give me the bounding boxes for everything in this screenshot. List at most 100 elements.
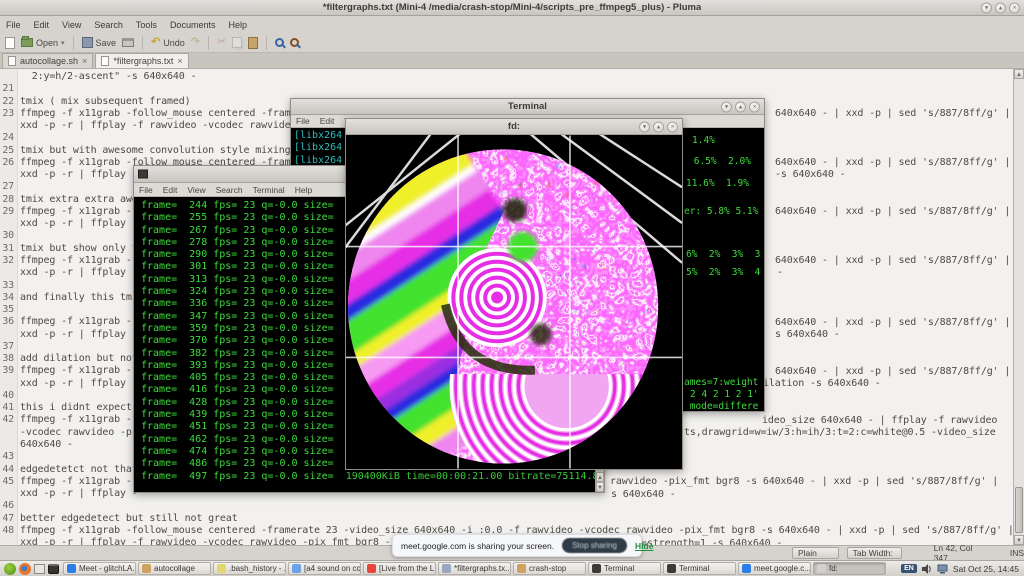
menu-icon[interactable] [4, 563, 16, 575]
minimize-button[interactable]: ▾ [639, 121, 650, 132]
network-icon[interactable] [937, 564, 948, 574]
menu-item-search[interactable]: Search [94, 20, 123, 30]
tab-autocollage-sh[interactable]: autocollage.sh× [2, 53, 93, 68]
open-dropdown-caret[interactable]: ▾ [61, 39, 65, 47]
scroll-up-arrow[interactable]: ▲ [596, 472, 604, 482]
toolbar-separator [73, 36, 74, 50]
close-button[interactable]: × [749, 101, 760, 112]
volume-icon[interactable] [922, 564, 932, 574]
taskbar-task-folder[interactable]: autocollage [138, 562, 211, 575]
document-icon [8, 56, 16, 66]
terminal-menu-edit[interactable]: Edit [163, 185, 178, 195]
scroll-up-arrow[interactable]: ▲ [1014, 69, 1024, 79]
terminal-menu-file[interactable]: File [139, 185, 153, 195]
close-button[interactable]: × [1009, 2, 1020, 13]
paste-icon [248, 37, 258, 49]
tab-close-icon[interactable]: × [177, 56, 182, 66]
taskbar-task-term[interactable]: Terminal [663, 562, 736, 575]
editor-line-fragment: s 640x640 - [775, 329, 840, 341]
taskbar-task-meet[interactable]: Meet - glitchLA... [63, 562, 136, 575]
paste-button[interactable] [248, 37, 258, 49]
taskbar-launchers [0, 563, 63, 575]
x264-stat-fragment: 2 4 2 1 2 1' [690, 389, 759, 400]
editor-line-fragment: 640x640 - | xxd -p | sed 's/887/8ff/g' | [775, 108, 1010, 120]
x264-stat-fragment: ames=7:weight [684, 377, 758, 388]
insert-mode: INS [1010, 548, 1024, 558]
toolbar-separator [266, 36, 267, 50]
scrollbar-thumb[interactable] [1015, 487, 1023, 533]
maximize-button[interactable]: ▴ [995, 2, 1006, 13]
fd-window: fd: ▾ ▴ × [345, 118, 683, 470]
editor-line-fragment: ilation -s 640x640 - [763, 378, 881, 390]
scroll-down-arrow[interactable]: ▼ [1014, 535, 1024, 545]
terminal-back-title: Terminal [508, 101, 547, 112]
find-button[interactable] [275, 38, 284, 47]
new-document-button[interactable] [5, 37, 15, 49]
term-icon [592, 564, 601, 573]
x264-stat-fragment: _mode=differe [684, 401, 758, 411]
doc-type-dropdown[interactable]: Plain Text ▾ [792, 547, 839, 559]
keyboard-layout-indicator[interactable]: EN [901, 564, 917, 573]
pluma-titlebar[interactable]: *filtergraphs.txt (Mini-4 /media/crash-s… [0, 0, 1024, 16]
taskbar-task-pluma[interactable]: *filtergraphs.tx... [438, 562, 511, 575]
taskbar-task-window[interactable]: fd: [813, 562, 886, 575]
print-button[interactable] [122, 38, 134, 47]
system-tray: EN Sat Oct 25, 14:45 [901, 564, 1024, 574]
toolbar-separator [208, 36, 209, 50]
editor-line-fragment: - [777, 267, 783, 279]
taskbar-task-media[interactable]: [Live from the L... [363, 562, 436, 575]
taskbar-task-bash[interactable]: .bash_history - ... [213, 562, 286, 575]
menu-item-tools[interactable]: Tools [136, 20, 157, 30]
taskbar-task-term[interactable]: Terminal [588, 562, 661, 575]
terminal-menu-help[interactable]: Help [295, 185, 312, 195]
redo-button[interactable]: ↷ [191, 37, 200, 48]
tab-width-dropdown[interactable]: Tab Width: 4 ▾ [847, 547, 902, 559]
save-button[interactable]: Save [82, 37, 117, 48]
terminal-menu-edit[interactable]: Edit [320, 116, 335, 126]
menu-item-file[interactable]: File [6, 20, 21, 30]
menu-item-edit[interactable]: Edit [34, 20, 50, 30]
desktop: *filtergraphs.txt (Mini-4 /media/crash-s… [0, 0, 1024, 576]
menu-item-view[interactable]: View [62, 20, 81, 30]
hide-link[interactable]: Hide [635, 541, 653, 551]
minimize-button[interactable]: ▾ [981, 2, 992, 13]
menu-item-documents[interactable]: Documents [170, 20, 216, 30]
taskbar-task-folder[interactable]: crash-stop [513, 562, 586, 575]
terminal-launcher-icon[interactable] [48, 564, 59, 574]
maximize-button[interactable]: ▴ [735, 101, 746, 112]
taskbar-task-doc[interactable]: [a4 sound on co... [288, 562, 361, 575]
clock[interactable]: Sat Oct 25, 14:45 [953, 564, 1019, 574]
tab--filtergraphs-txt[interactable]: *filtergraphs.txt× [95, 53, 188, 68]
maximize-button[interactable]: ▴ [653, 121, 664, 132]
taskbar-task-globe[interactable]: meet.google.c... [738, 562, 811, 575]
x264-stat-fragment: 1.4% [692, 135, 715, 146]
undo-button[interactable]: ↶ Undo [151, 37, 185, 48]
task-label: Terminal [604, 564, 634, 573]
terminal-menu-search[interactable]: Search [216, 185, 243, 195]
terminal-back-titlebar[interactable]: Terminal ▾ ▴ × [291, 99, 764, 115]
minimize-button[interactable]: ▾ [721, 101, 732, 112]
replace-button[interactable] [290, 38, 299, 47]
files-icon[interactable] [34, 564, 45, 574]
x264-stat-fragment: 6.5% 2.0% [688, 156, 751, 167]
firefox-icon[interactable] [19, 563, 31, 575]
pluma-toolbar: Open ▾ Save ↶ Undo ↷ ✂ [0, 33, 1024, 53]
print-icon [122, 38, 134, 47]
terminal-menu-view[interactable]: View [187, 185, 205, 195]
terminal-menu-file[interactable]: File [296, 116, 310, 126]
terminal-menu-terminal[interactable]: Terminal [253, 185, 285, 195]
open-button[interactable]: Open ▾ [21, 38, 65, 48]
menu-item-help[interactable]: Help [228, 20, 247, 30]
ffmpeg-frame-line: frame= 497 fps= 23 q=-0.0 size= 190400Ki… [141, 471, 604, 483]
cut-button[interactable]: ✂ [217, 37, 226, 48]
stop-sharing-button[interactable]: Stop sharing [562, 538, 627, 553]
tab-close-icon[interactable]: × [82, 56, 87, 66]
close-button[interactable]: × [667, 121, 678, 132]
task-label: Terminal [679, 564, 709, 573]
pluma-menubar: File Edit View Search Tools Documents Help [0, 16, 1024, 33]
scroll-down-arrow[interactable]: ▼ [596, 482, 604, 492]
fd-titlebar[interactable]: fd: ▾ ▴ × [346, 119, 682, 135]
editor-vertical-scrollbar[interactable]: ▲ ▼ [1013, 69, 1024, 545]
copy-button[interactable] [232, 37, 242, 48]
pluma-window-title: *filtergraphs.txt (Mini-4 /media/crash-s… [323, 2, 702, 13]
